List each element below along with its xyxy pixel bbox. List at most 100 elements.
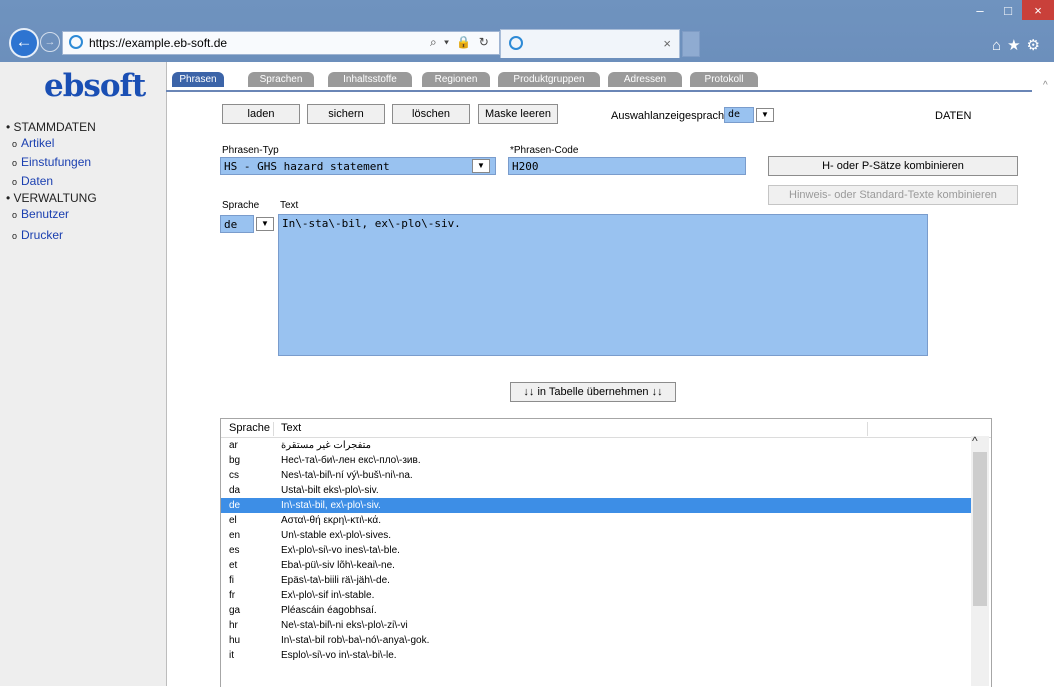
table-row[interactable]: hu In\-sta\-bil rob\-ba\-nó\-anya\-gok. <box>221 633 971 648</box>
table-row[interactable]: fr Ex\-plo\-sif in\-stable. <box>221 588 971 603</box>
cell-text: Nes\-ta\-bil\-ní vý\-buš\-ni\-na. <box>281 470 413 481</box>
cell-text: Ne\-sta\-bil\-ni eks\-plo\-zi\-vi <box>281 620 408 631</box>
cell-text: Usta\-bilt eks\-plo\-siv. <box>281 485 379 496</box>
tab-produktgruppen[interactable]: Produktgruppen <box>498 72 600 87</box>
address-bar[interactable]: https://example.eb-soft.de ⌕ ▾ 🔒 ↻ <box>62 31 500 55</box>
table-row[interactable]: bg Нес\-та\-би\-лен екс\-пло\-зив. <box>221 453 971 468</box>
chevron-down-icon[interactable]: ▼ <box>256 217 274 231</box>
ie-tab-icon <box>509 36 523 50</box>
window-controls: – □ × <box>966 0 1054 22</box>
combine-hp-button[interactable]: H- oder P-Sätze kombinieren <box>768 156 1018 176</box>
browser-tab[interactable]: × <box>500 29 680 58</box>
laden-button[interactable]: laden <box>222 104 300 124</box>
sidebar-item-label: Artikel <box>21 136 55 150</box>
cell-sprache: et <box>229 560 238 571</box>
table-scrollbar-thumb[interactable] <box>973 452 987 606</box>
browser-tools-icons[interactable]: ⌂★⚙ <box>992 36 1046 54</box>
chevron-down-icon[interactable]: ▼ <box>756 108 774 122</box>
sidebar-item-drucker[interactable]: o Drucker <box>12 228 63 242</box>
forward-arrow-icon[interactable]: → <box>40 32 60 52</box>
table-row[interactable]: en Un\-stable ex\-plo\-sives. <box>221 528 971 543</box>
table-row[interactable]: es Ex\-plo\-si\-vo ines\-ta\-ble. <box>221 543 971 558</box>
cell-sprache: hu <box>229 635 241 646</box>
tab-protokoll[interactable]: Protokoll <box>690 72 758 87</box>
tab-sprachen[interactable]: Sprachen <box>248 72 314 87</box>
cell-text: Eba\-pü\-siv lõh\-keai\-ne. <box>281 560 395 571</box>
cell-text: Epäs\-ta\-biili rä\-jäh\-de. <box>281 575 390 586</box>
maske-leeren-button[interactable]: Maske leeren <box>478 104 558 124</box>
bullet-icon: o <box>12 210 18 220</box>
column-header-text[interactable]: Text <box>281 422 301 434</box>
sprache-label: Sprache <box>222 200 260 211</box>
url-text: https://example.eb-soft.de <box>89 36 228 50</box>
ebsoft-logo: ebsoft <box>44 68 146 104</box>
table-row[interactable]: da Usta\-bilt eks\-plo\-siv. <box>221 483 971 498</box>
column-header-sprache[interactable]: Sprache <box>229 422 270 434</box>
table-row[interactable]: de In\-sta\-bil, ex\-plo\-siv. <box>221 498 971 513</box>
cell-text: متفجرات غير مستقرة <box>281 440 372 451</box>
address-controls-icon[interactable]: ⌕ ▾ 🔒 ↻ <box>430 35 491 50</box>
cell-sprache: es <box>229 545 240 556</box>
sidebar-item-benutzer[interactable]: o Benutzer <box>12 207 69 221</box>
tab-regionen[interactable]: Regionen <box>422 72 490 87</box>
chevron-down-icon[interactable]: ▼ <box>472 159 490 173</box>
cell-text: Αστα\-θή εκρη\-κτι\-κά. <box>281 515 381 526</box>
back-arrow-icon[interactable]: ← <box>9 28 39 58</box>
auswahlanzeigesprache-label: Auswahlanzeigesprache: <box>611 110 734 122</box>
minimize-icon[interactable]: – <box>966 0 994 20</box>
cell-sprache: da <box>229 485 241 496</box>
tab-bar: Phrasen Sprachen Inhaltsstoffe Regionen … <box>166 62 1032 92</box>
phrasen-code-label: *Phrasen-Code <box>510 145 579 156</box>
close-window-icon[interactable]: × <box>1022 0 1054 20</box>
phrasen-typ-label: Phrasen-Typ <box>222 145 279 156</box>
sidebar-item-daten[interactable]: o Daten <box>12 174 53 188</box>
cell-text: In\-sta\-bil rob\-ba\-nó\-anya\-gok. <box>281 635 430 646</box>
table-row[interactable]: hr Ne\-sta\-bil\-ni eks\-plo\-zi\-vi <box>221 618 971 633</box>
phrasen-typ-select[interactable]: HS - GHS hazard statement <box>220 157 496 175</box>
table-row[interactable]: ga Pléascáin éagobhsaí. <box>221 603 971 618</box>
cell-sprache: ar <box>229 440 238 451</box>
sidebar-item-label: Benutzer <box>21 207 70 221</box>
cell-text: In\-sta\-bil, ex\-plo\-siv. <box>281 500 381 511</box>
phrase-text-area[interactable]: In\-sta\-bil, ex\-plo\-siv. <box>278 214 928 356</box>
cell-sprache: fr <box>229 590 236 601</box>
in-tabelle-uebernehmen-button[interactable]: ↓↓ in Tabelle übernehmen ↓↓ <box>510 382 676 402</box>
tab-phrasen[interactable]: Phrasen <box>172 72 224 87</box>
tab-inhaltsstoffe[interactable]: Inhaltsstoffe <box>328 72 412 87</box>
bullet-icon: o <box>12 139 18 149</box>
table-row[interactable]: cs Nes\-ta\-bil\-ní vý\-buš\-ni\-na. <box>221 468 971 483</box>
phrasen-code-field[interactable]: H200 <box>508 157 746 175</box>
maximize-icon[interactable]: □ <box>994 0 1022 20</box>
cell-text: Esplo\-si\-vo in\-sta\-bi\-le. <box>281 650 397 661</box>
bullet-icon: o <box>12 158 18 168</box>
new-tab-button[interactable] <box>682 31 700 57</box>
nav-group-label: STAMMDATEN <box>13 120 96 134</box>
sichern-button[interactable]: sichern <box>307 104 385 124</box>
cell-sprache: it <box>229 650 234 661</box>
tab-adressen[interactable]: Adressen <box>608 72 682 87</box>
cell-sprache: en <box>229 530 241 541</box>
text-label: Text <box>280 200 299 211</box>
cell-sprache: cs <box>229 470 239 481</box>
auswahlanzeigesprache-select[interactable]: de <box>724 107 754 123</box>
sidebar-item-einstufungen[interactable]: o Einstufungen <box>12 155 91 169</box>
scroll-up-icon[interactable]: ^ <box>972 434 978 448</box>
table-row[interactable]: ar متفجرات غير مستقرة <box>221 438 971 453</box>
cell-sprache: bg <box>229 455 241 466</box>
table-row[interactable]: et Eba\-pü\-siv lõh\-keai\-ne. <box>221 558 971 573</box>
loeschen-button[interactable]: löschen <box>392 104 470 124</box>
table-row[interactable]: el Αστα\-θή εκρη\-κτι\-κά. <box>221 513 971 528</box>
sprache-select[interactable]: de <box>220 215 254 233</box>
tab-close-icon[interactable]: × <box>663 36 671 51</box>
table-row[interactable]: fi Epäs\-ta\-biili rä\-jäh\-de. <box>221 573 971 588</box>
table-row[interactable]: it Esplo\-si\-vo in\-sta\-bi\-le. <box>221 648 971 663</box>
page-scroll-up-icon[interactable]: ^ <box>1043 80 1048 91</box>
cell-text: Ex\-plo\-si\-vo ines\-ta\-ble. <box>281 545 400 556</box>
sidebar-item-label: Daten <box>21 174 54 188</box>
sidebar-item-label: Einstufungen <box>21 155 92 169</box>
sidebar-item-artikel[interactable]: o Artikel <box>12 136 54 150</box>
sidebar-item-label: Drucker <box>21 228 64 242</box>
cell-sprache: de <box>229 500 241 511</box>
cell-text: Нес\-та\-би\-лен екс\-пло\-зив. <box>281 455 421 466</box>
ie-logo-icon <box>69 35 83 49</box>
